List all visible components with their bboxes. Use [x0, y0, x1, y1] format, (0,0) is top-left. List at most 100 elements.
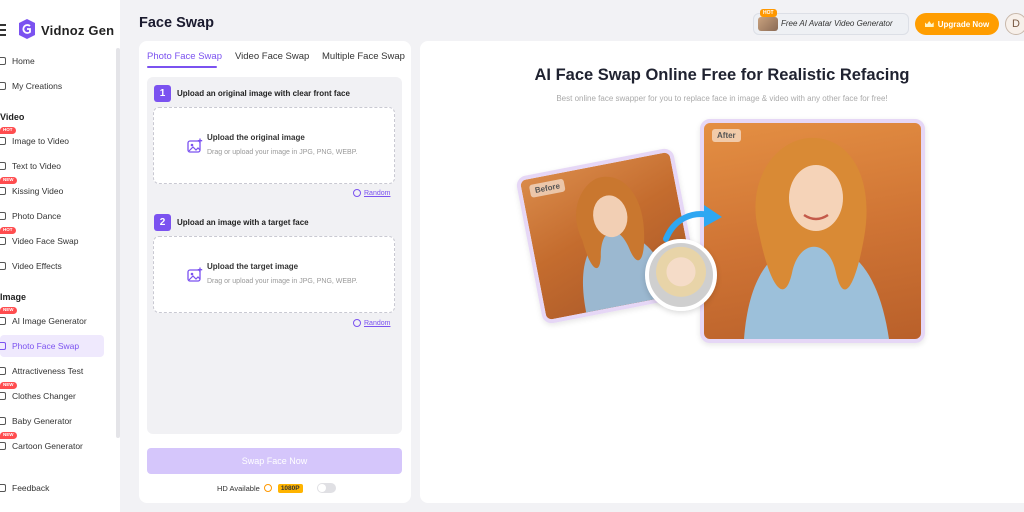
baby-icon: [0, 417, 6, 425]
sidebar-item-label: Photo Face Swap: [12, 341, 80, 351]
step-number-1: 1: [154, 85, 171, 102]
random-label: Random: [364, 319, 391, 327]
sidebar-item-cartoon-generator[interactable]: NEW Cartoon Generator: [0, 432, 104, 457]
sidebar-item-attractiveness-test[interactable]: Attractiveness Test: [0, 360, 104, 382]
home-icon: [0, 57, 6, 65]
swap-arrow-icon: [663, 205, 722, 242]
clock-icon: [263, 484, 272, 492]
sidebar-item-kissing-video[interactable]: NEW Kissing Video: [0, 177, 104, 202]
free-ai-avatar-button[interactable]: HOT Free AI Avatar Video Generator: [753, 9, 909, 35]
sidebar-item-label: Video Face Swap: [12, 236, 79, 246]
crown-icon: [924, 21, 934, 27]
new-badge: NEW: [0, 307, 17, 314]
sidebar-item-my-creations[interactable]: My Creations: [0, 75, 104, 97]
dropzone-hint: Drag or upload your image in JPG, PNG, W…: [207, 149, 358, 156]
upgrade-label: Upgrade Now: [937, 19, 990, 29]
new-badge: NEW: [0, 382, 17, 389]
target-face-thumbnail: [645, 239, 717, 311]
promo-thumbnail: [758, 17, 778, 31]
hot-badge: HOT: [760, 9, 777, 17]
sidebar-item-label: AI Image Generator: [12, 316, 87, 326]
sidebar-item-video-face-swap[interactable]: HOT Video Face Swap: [0, 227, 104, 252]
sidebar-item-baby-generator[interactable]: Baby Generator: [0, 410, 104, 432]
random-label: Random: [364, 189, 391, 197]
hd-option: HD Available 1080P: [217, 482, 336, 494]
kiss-icon: [0, 187, 6, 195]
sidebar-section-image: Image: [0, 292, 27, 302]
random-icon: [353, 189, 361, 197]
text-icon: [0, 162, 6, 170]
sidebar-item-ai-image-generator[interactable]: NEW AI Image Generator: [0, 307, 104, 332]
brand-name: Vidnoz Gen: [41, 23, 115, 38]
after-image: After: [700, 119, 925, 343]
upgrade-button[interactable]: Upgrade Now: [915, 13, 999, 35]
page-title: Face Swap: [139, 15, 214, 31]
step-title-1: Upload an original image with clear fron…: [177, 89, 350, 98]
upload-area: 1 Upload an original image with clear fr…: [147, 77, 402, 434]
sidebar-item-label: Clothes Changer: [12, 391, 76, 401]
active-tab-indicator: [147, 66, 217, 68]
hd-toggle[interactable]: [316, 483, 336, 493]
dropzone-title: Upload the original image: [207, 133, 305, 142]
sidebar-item-home[interactable]: Home: [0, 50, 104, 72]
sidebar-item-image-to-video[interactable]: HOT Image to Video: [0, 127, 104, 152]
image-upload-icon: [187, 138, 203, 153]
sidebar-item-video-effects[interactable]: Video Effects: [0, 255, 104, 277]
tab-multiple-face-swap[interactable]: Multiple Face Swap: [322, 51, 405, 62]
hero-section: AI Face Swap Online Free for Realistic R…: [420, 41, 1024, 503]
sidebar-scrollbar[interactable]: [116, 48, 120, 438]
sidebar: Vidnoz Gen Home My Creations Video HOT I…: [0, 0, 120, 512]
hero-subtitle: Best online face swapper for you to repl…: [556, 94, 888, 103]
step-number-2: 2: [154, 214, 171, 231]
hot-badge: HOT: [0, 227, 16, 234]
effects-icon: [0, 262, 6, 270]
swap-face-button[interactable]: Swap Face Now: [147, 448, 402, 474]
sidebar-item-label: Baby Generator: [12, 416, 73, 426]
hot-badge: HOT: [0, 127, 16, 134]
new-badge: NEW: [0, 432, 17, 439]
tab-photo-face-swap[interactable]: Photo Face Swap: [147, 51, 222, 62]
sidebar-item-label: Cartoon Generator: [12, 441, 83, 451]
step-title-2: Upload an image with a target face: [177, 218, 309, 227]
sidebar-item-label: Photo Dance: [12, 211, 62, 221]
face-swap-panel: Photo Face Swap Video Face Swap Multiple…: [139, 41, 411, 503]
sidebar-item-label: Attractiveness Test: [12, 366, 84, 376]
after-portrait: [744, 137, 889, 339]
dropzone-hint: Drag or upload your image in JPG, PNG, W…: [207, 278, 358, 285]
sidebar-item-clothes-changer[interactable]: NEW Clothes Changer: [0, 382, 104, 407]
shirt-icon: [0, 392, 6, 400]
hero-title: AI Face Swap Online Free for Realistic R…: [534, 66, 910, 84]
folder-icon: [0, 82, 6, 90]
sidebar-item-label: Image to Video: [12, 136, 70, 146]
cartoon-icon: [0, 442, 6, 450]
menu-icon[interactable]: [0, 24, 6, 36]
image-upload-icon: [187, 267, 203, 282]
logo-icon: [19, 19, 35, 39]
random-target-link[interactable]: Random: [353, 319, 390, 327]
sidebar-item-label: Video Effects: [12, 261, 62, 271]
sidebar-item-label: Feedback: [12, 483, 50, 493]
random-icon: [353, 319, 361, 327]
sidebar-item-label: Kissing Video: [12, 186, 64, 196]
random-original-link[interactable]: Random: [353, 189, 390, 197]
tab-video-face-swap[interactable]: Video Face Swap: [235, 51, 309, 62]
promo-label: Free AI Avatar Video Generator: [781, 19, 893, 28]
video-icon: [0, 137, 6, 145]
sidebar-item-photo-face-swap[interactable]: Photo Face Swap: [0, 335, 104, 357]
sidebar-item-photo-dance[interactable]: Photo Dance: [0, 205, 104, 227]
resolution-badge: 1080P: [277, 483, 303, 493]
original-image-dropzone[interactable]: Upload the original image Drag or upload…: [153, 107, 395, 184]
face-icon: [0, 342, 6, 350]
sidebar-item-feedback[interactable]: Feedback: [0, 477, 104, 499]
sidebar-item-label: Home: [12, 56, 35, 66]
dropzone-title: Upload the target image: [207, 262, 299, 271]
sidebar-item-text-to-video[interactable]: Text to Video: [0, 155, 104, 177]
feedback-icon: [0, 484, 6, 492]
new-badge: NEW: [0, 177, 17, 184]
sidebar-item-label: Text to Video: [12, 161, 61, 171]
face-swap-icon: [0, 237, 6, 245]
sidebar-item-label: My Creations: [12, 81, 63, 91]
dance-icon: [0, 212, 6, 220]
avatar[interactable]: D: [1005, 13, 1024, 35]
target-image-dropzone[interactable]: Upload the target image Drag or upload y…: [153, 236, 395, 313]
